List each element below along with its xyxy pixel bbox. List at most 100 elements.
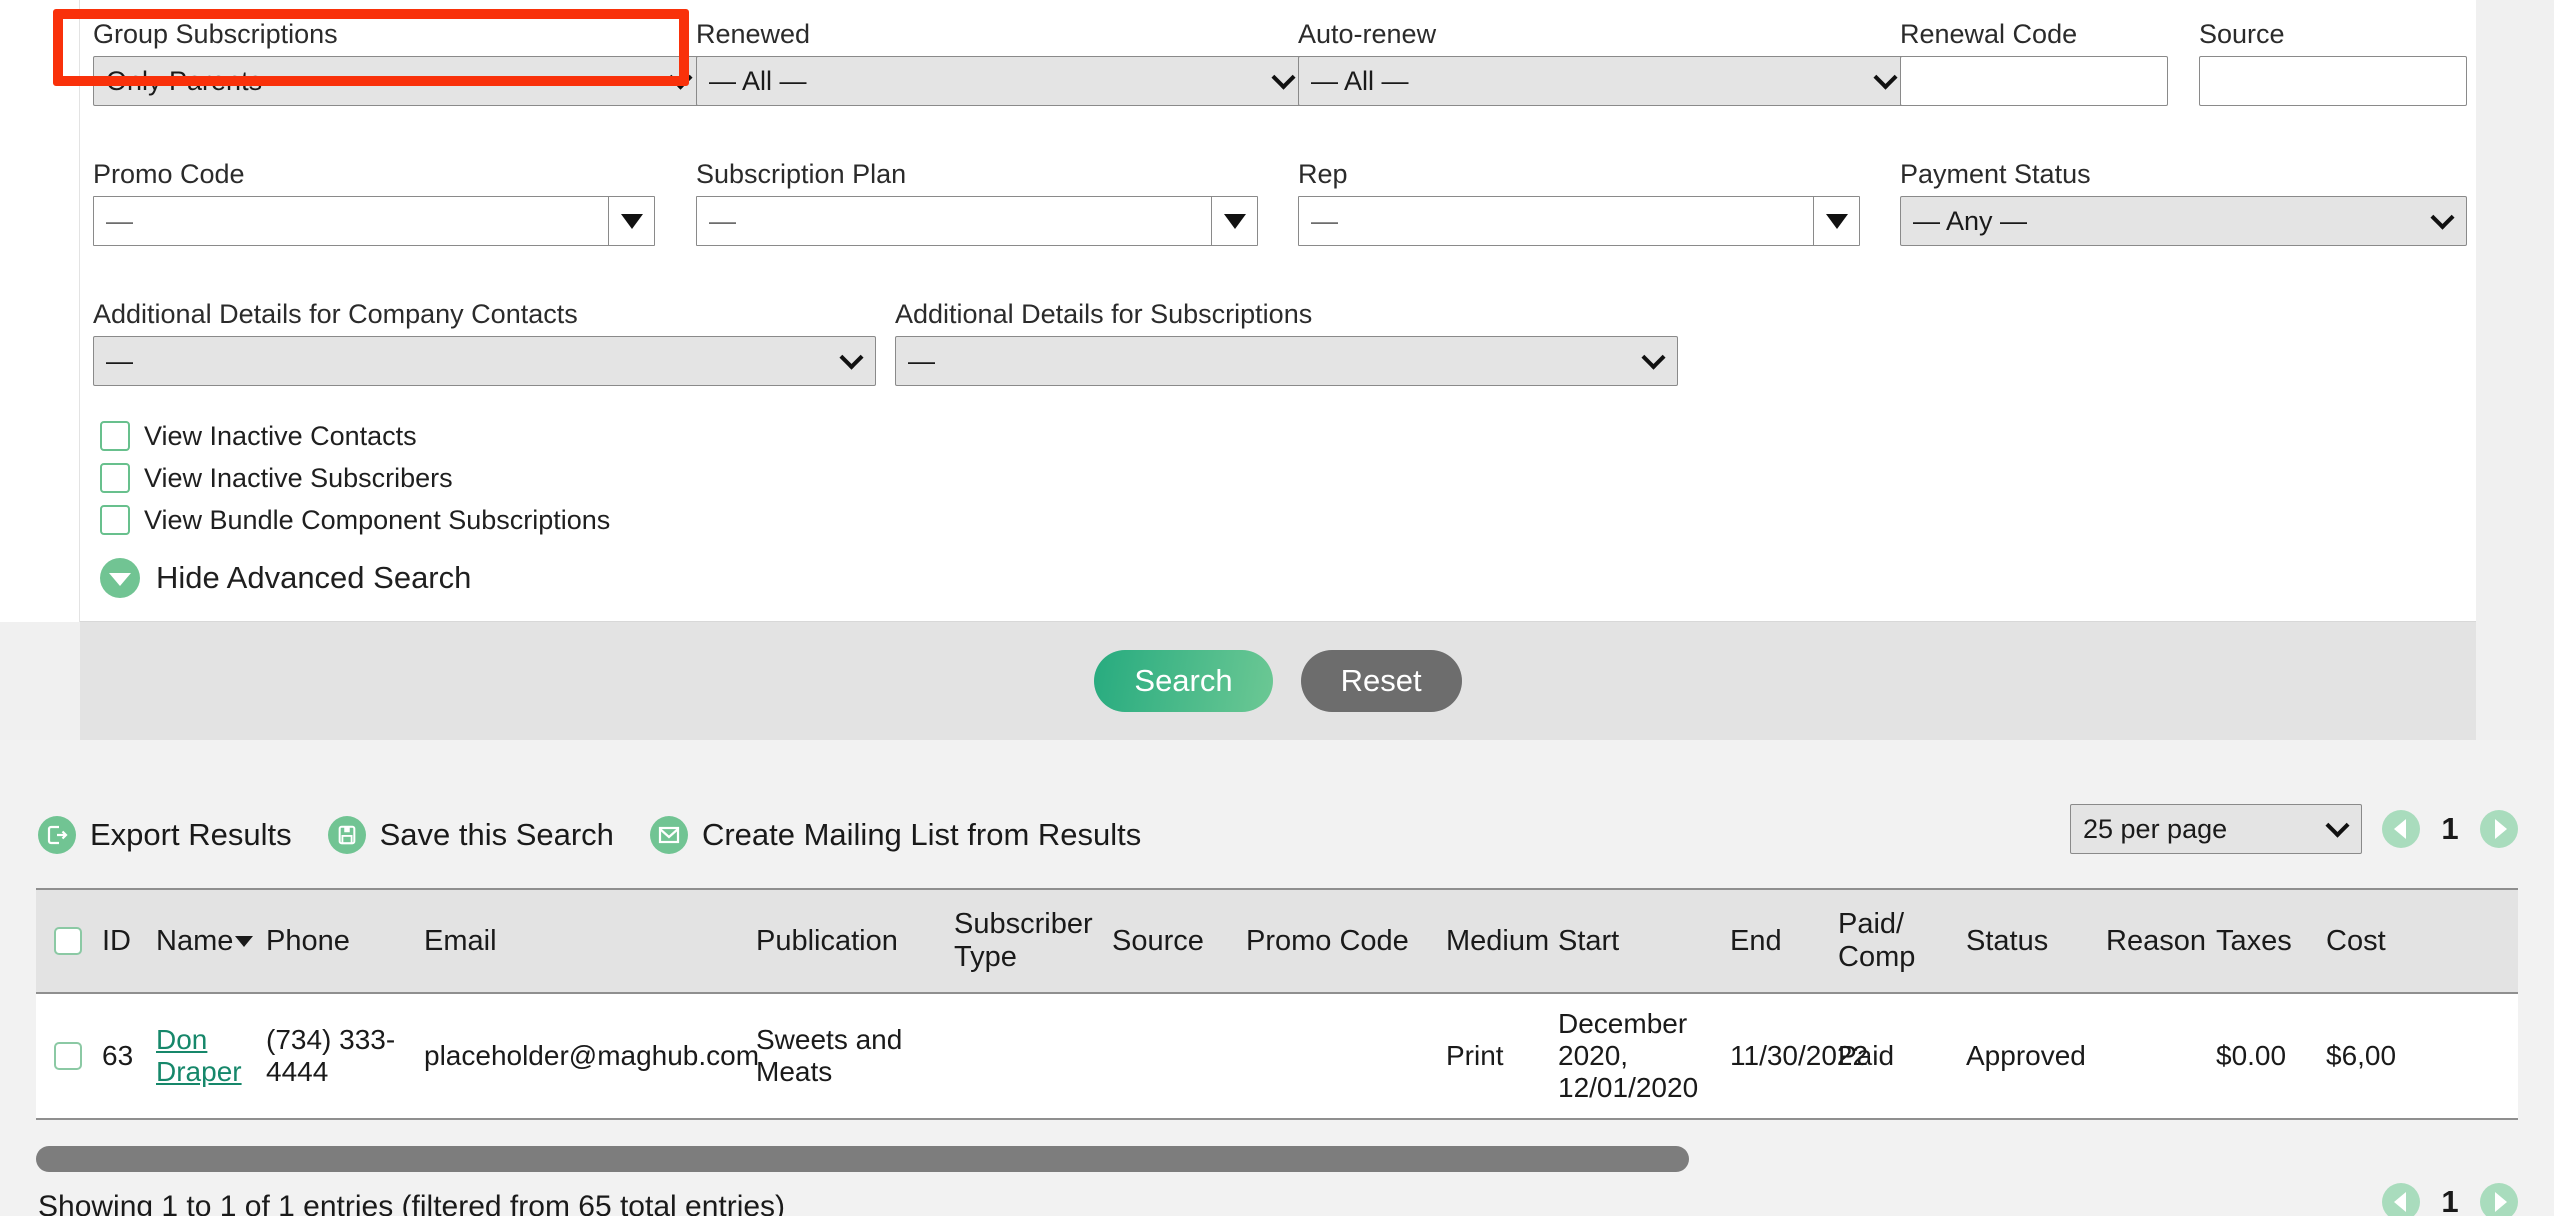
field-subscription-plan: Subscription Plan — — [696, 158, 1258, 246]
column-header-id[interactable]: ID — [102, 888, 156, 994]
column-header-publication[interactable]: Publication — [756, 888, 954, 994]
input-renewal-code[interactable] — [1900, 56, 2168, 106]
field-additional-details-company-contacts: Additional Details for Company Contacts … — [93, 298, 876, 386]
hide-advanced-search-label: Hide Advanced Search — [156, 560, 472, 595]
checkbox-view-inactive-subscribers[interactable] — [100, 463, 130, 493]
cell-reason — [2106, 993, 2216, 1120]
chevron-down-icon[interactable] — [608, 197, 654, 245]
column-header-cost[interactable]: Cost — [2326, 888, 2518, 994]
column-header-start[interactable]: Start — [1558, 888, 1730, 994]
checkbox-row-view-bundle-component-subscriptions[interactable]: View Bundle Component Subscriptions — [100, 502, 610, 538]
previous-page-button-bottom[interactable] — [2382, 1183, 2420, 1216]
cell-start: December 2020, 12/01/2020 — [1558, 993, 1730, 1120]
cell-cost: $6,00 — [2326, 993, 2518, 1120]
column-header-name-label: Name — [156, 924, 234, 957]
row-select-checkbox[interactable] — [54, 1042, 82, 1070]
cell-taxes: $0.00 — [2216, 993, 2326, 1120]
column-header-medium[interactable]: Medium — [1446, 888, 1558, 994]
table-row: 63 Don Draper (734) 333-4444 placeholder… — [36, 993, 2518, 1120]
results-table: ID Name Phone Email Publication Subscrib… — [36, 888, 2518, 1120]
select-auto-renew[interactable]: — All — — [1298, 56, 1910, 106]
save-this-search-link[interactable]: Save this Search — [327, 816, 614, 854]
subscriptions-search-page: Group Subscriptions Only Parents Renewed… — [0, 0, 2554, 1216]
combo-promo-code[interactable]: — — [93, 196, 655, 246]
column-header-taxes[interactable]: Taxes — [2216, 888, 2326, 994]
search-button[interactable]: Search — [1094, 650, 1273, 712]
column-header-end[interactable]: End — [1730, 888, 1838, 994]
cell-id: 63 — [102, 993, 156, 1120]
select-group-subscriptions[interactable]: Only Parents — [93, 56, 705, 106]
label-additional-details-subscriptions: Additional Details for Subscriptions — [895, 299, 1313, 329]
envelope-icon — [649, 816, 688, 854]
save-this-search-label: Save this Search — [379, 817, 614, 852]
select-all-checkbox[interactable] — [54, 927, 82, 955]
checkbox-view-bundle-component-subscriptions[interactable] — [100, 505, 130, 535]
select-additional-details-subscriptions[interactable]: — — [895, 336, 1678, 386]
horizontal-scrollbar[interactable] — [36, 1146, 2518, 1172]
current-page-number-bottom: 1 — [2441, 1184, 2459, 1216]
label-view-inactive-subscribers: View Inactive Subscribers — [144, 462, 453, 493]
chevron-down-icon[interactable] — [1211, 197, 1257, 245]
label-group-subscriptions: Group Subscriptions — [93, 19, 338, 49]
cell-paid-comp: Paid — [1838, 993, 1966, 1120]
per-page-select[interactable]: 25 per page — [2070, 804, 2362, 854]
select-renewed[interactable]: — All — — [696, 56, 1308, 106]
field-group-subscriptions: Group Subscriptions Only Parents — [93, 18, 705, 106]
previous-page-button[interactable] — [2382, 810, 2420, 848]
column-header-reason[interactable]: Reason — [2106, 888, 2216, 994]
label-renewed: Renewed — [696, 19, 811, 49]
label-source: Source — [2199, 19, 2285, 49]
chevron-down-icon[interactable] — [1813, 197, 1859, 245]
label-auto-renew: Auto-renew — [1298, 19, 1437, 49]
column-header-promo-code[interactable]: Promo Code — [1246, 888, 1446, 994]
export-icon — [38, 816, 76, 854]
left-rail — [0, 0, 80, 622]
create-mailing-list-link[interactable]: Create Mailing List from Results — [649, 816, 1142, 854]
reset-button[interactable]: Reset — [1300, 650, 1462, 712]
hide-advanced-search-toggle[interactable]: Hide Advanced Search — [100, 558, 471, 598]
combo-rep[interactable]: — — [1298, 196, 1860, 246]
export-results-label: Export Results — [90, 817, 292, 852]
horizontal-scrollbar-thumb[interactable] — [36, 1146, 1689, 1172]
cell-promo-code — [1246, 993, 1446, 1120]
per-page-select-wrap: 25 per page — [2070, 804, 2362, 854]
checkbox-row-view-inactive-subscribers[interactable]: View Inactive Subscribers — [100, 460, 453, 496]
cell-status: Approved — [1966, 993, 2106, 1120]
results-toolbar: Export Results Save this Search Create M… — [38, 816, 1141, 854]
advanced-search-panel: Group Subscriptions Only Parents Renewed… — [80, 0, 2476, 622]
checkbox-view-inactive-contacts[interactable] — [100, 421, 130, 451]
field-renewed: Renewed — All — — [696, 18, 1308, 106]
combo-subscription-plan[interactable]: — — [696, 196, 1258, 246]
combo-promo-code-value: — — [106, 205, 133, 236]
contact-name-link[interactable]: Don Draper — [156, 1024, 242, 1087]
column-header-phone[interactable]: Phone — [266, 888, 424, 994]
input-source[interactable] — [2199, 56, 2467, 106]
select-additional-details-company-contacts[interactable]: — — [93, 336, 876, 386]
label-view-inactive-contacts: View Inactive Contacts — [144, 420, 417, 451]
floppy-disk-icon — [327, 816, 366, 854]
column-header-subscriber-type[interactable]: Subscriber Type — [954, 888, 1112, 994]
cell-medium: Print — [1446, 993, 1558, 1120]
select-payment-status[interactable]: — Any — — [1900, 196, 2467, 246]
results-table-wrapper: ID Name Phone Email Publication Subscrib… — [36, 888, 2518, 1120]
column-header-email[interactable]: Email — [424, 888, 756, 994]
field-renewal-code: Renewal Code — [1900, 18, 2168, 106]
next-page-button-bottom[interactable] — [2480, 1183, 2518, 1216]
column-header-status[interactable]: Status — [1966, 888, 2106, 994]
column-header-paid-comp[interactable]: Paid/ Comp — [1838, 888, 1966, 994]
table-header-row: ID Name Phone Email Publication Subscrib… — [36, 888, 2518, 994]
export-results-link[interactable]: Export Results — [38, 816, 292, 854]
column-header-source[interactable]: Source — [1112, 888, 1246, 994]
column-header-name[interactable]: Name — [156, 888, 266, 994]
label-payment-status: Payment Status — [1900, 159, 2091, 189]
label-rep: Rep — [1298, 159, 1348, 189]
checkbox-row-view-inactive-contacts[interactable]: View Inactive Contacts — [100, 418, 417, 454]
create-mailing-list-label: Create Mailing List from Results — [701, 817, 1142, 852]
select-all-header — [36, 888, 102, 994]
search-button-bar: Search Reset — [80, 622, 2476, 740]
next-page-button[interactable] — [2480, 810, 2518, 848]
cell-subscriber-type — [954, 993, 1112, 1120]
pagination-top: 25 per page 1 — [2070, 804, 2518, 854]
combo-subscription-plan-value: — — [709, 205, 736, 236]
field-promo-code: Promo Code — — [93, 158, 655, 246]
